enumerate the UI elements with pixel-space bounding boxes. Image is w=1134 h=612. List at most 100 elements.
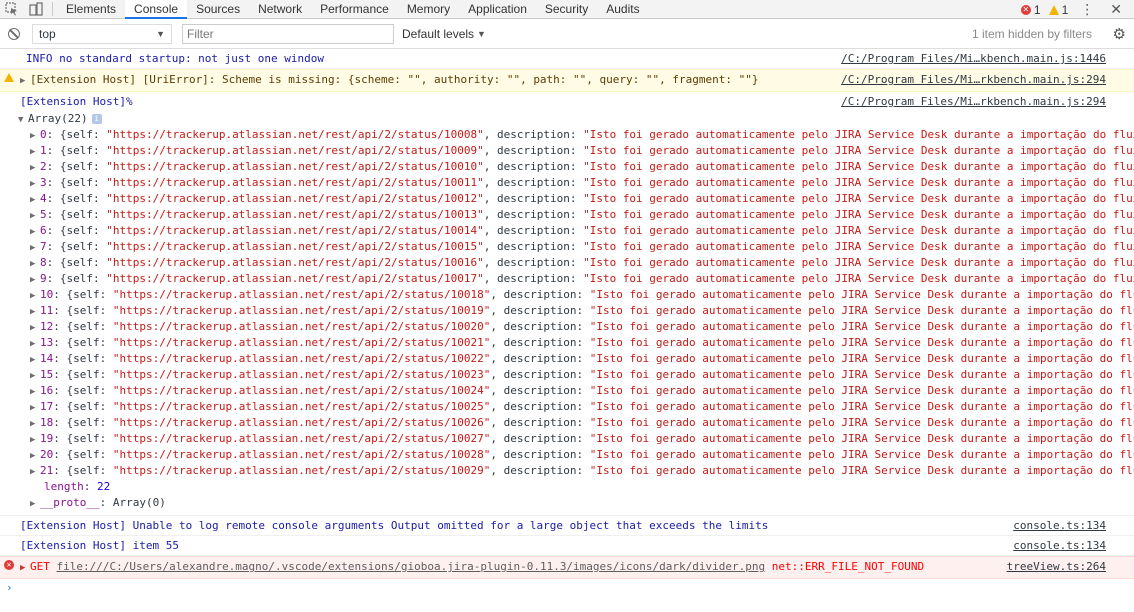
expand-arrow-icon[interactable]: ▶ bbox=[30, 240, 40, 256]
array-proto[interactable]: ▶ __proto__: Array(0) bbox=[20, 495, 1134, 511]
expand-arrow-icon[interactable]: ▶ bbox=[30, 256, 40, 272]
array-entry[interactable]: ▶ 13: {self: "https://trackerup.atlassian… bbox=[20, 335, 1134, 351]
expand-arrow-icon[interactable]: ▶ bbox=[20, 74, 30, 89]
expand-arrow-icon[interactable]: ▶ bbox=[30, 368, 40, 384]
source-link[interactable]: /C:/Program Files/Mi…rkbench.main.js:294 bbox=[835, 94, 1106, 109]
tab-memory[interactable]: Memory bbox=[398, 0, 459, 18]
array-entry[interactable]: ▶ 4: {self: "https://trackerup.atlassian.… bbox=[20, 191, 1134, 207]
entry-prefix: : {self: bbox=[46, 128, 107, 141]
expand-arrow-icon[interactable]: ▶ bbox=[30, 384, 40, 400]
array-entry[interactable]: ▶ 12: {self: "https://trackerup.atlassian… bbox=[20, 319, 1134, 335]
tab-security[interactable]: Security bbox=[536, 0, 597, 18]
entry-description: "Isto foi gerado automaticamente pelo JI… bbox=[583, 240, 1134, 253]
array-entry[interactable]: ▶ 21: {self: "https://trackerup.atlassian… bbox=[20, 463, 1134, 479]
source-link[interactable]: console.ts:134 bbox=[1007, 518, 1106, 533]
expand-arrow-icon[interactable]: ▶ bbox=[30, 288, 40, 304]
array-entry[interactable]: ▶ 20: {self: "https://trackerup.atlassian… bbox=[20, 447, 1134, 463]
expand-arrow-icon[interactable]: ▶ bbox=[30, 464, 40, 480]
tab-network[interactable]: Network bbox=[249, 0, 311, 18]
error-icon: ✕ bbox=[4, 560, 14, 570]
expand-arrow-icon[interactable]: ▶ bbox=[30, 144, 40, 160]
entry-prefix: : {self: bbox=[53, 320, 113, 333]
array-entry[interactable]: ▶ 6: {self: "https://trackerup.atlassian.… bbox=[20, 223, 1134, 239]
inspect-element-icon[interactable] bbox=[0, 0, 24, 18]
more-options-icon[interactable]: ⋮ bbox=[1076, 1, 1098, 18]
request-url[interactable]: file:///C:/Users/alexandre.magno/.vscode… bbox=[57, 560, 766, 573]
entry-index: 18 bbox=[40, 416, 54, 429]
expand-arrow-icon[interactable]: ▶ bbox=[30, 448, 40, 464]
source-link[interactable]: /C:/Program Files/Mi…kbench.main.js:1446 bbox=[835, 51, 1106, 66]
message-text: [Extension Host] [UriError]: Scheme is m… bbox=[30, 73, 759, 86]
expand-arrow-icon[interactable]: ▶ bbox=[30, 176, 40, 192]
array-entries: ▶ 0: {self: "https://trackerup.atlassian.… bbox=[20, 127, 1134, 479]
array-entry[interactable]: ▶ 10: {self: "https://trackerup.atlassian… bbox=[20, 287, 1134, 303]
tab-sources[interactable]: Sources bbox=[187, 0, 249, 18]
error-count[interactable]: ✕ 1 bbox=[1020, 3, 1041, 17]
expand-arrow-icon[interactable]: ▶ bbox=[30, 336, 40, 352]
collapse-arrow-icon[interactable]: ▼ bbox=[18, 112, 28, 128]
entry-index: 16 bbox=[40, 384, 54, 397]
array-entry[interactable]: ▶ 0: {self: "https://trackerup.atlassian.… bbox=[20, 127, 1134, 143]
devtools-tabbar: Elements Console Sources Network Performance… bbox=[0, 0, 1134, 19]
expand-arrow-icon[interactable]: ▶ bbox=[30, 224, 40, 240]
array-entry[interactable]: ▶ 3: {self: "https://trackerup.atlassian.… bbox=[20, 175, 1134, 191]
array-entry[interactable]: ▶ 8: {self: "https://trackerup.atlassian.… bbox=[20, 255, 1134, 271]
tab-console[interactable]: Console bbox=[125, 0, 188, 19]
array-entry[interactable]: ▶ 16: {self: "https://trackerup.atlassian… bbox=[20, 383, 1134, 399]
context-selector[interactable]: top ▼ bbox=[32, 23, 172, 44]
entry-url: "https://trackerup.atlassian.net/rest/ap… bbox=[112, 432, 491, 445]
device-toggle-icon[interactable] bbox=[24, 0, 48, 18]
tab-elements[interactable]: Elements bbox=[57, 0, 125, 18]
array-entry[interactable]: ▶ 9: {self: "https://trackerup.atlassian.… bbox=[20, 271, 1134, 287]
close-icon[interactable]: ✕ bbox=[1106, 1, 1126, 18]
array-entry[interactable]: ▶ 7: {self: "https://trackerup.atlassian.… bbox=[20, 239, 1134, 255]
expand-arrow-icon[interactable]: ▶ bbox=[20, 561, 30, 576]
entry-description: "Isto foi gerado automaticamente pelo JI… bbox=[583, 192, 1134, 205]
warning-count-value: 1 bbox=[1061, 2, 1069, 17]
array-entry[interactable]: ▶ 18: {self: "https://trackerup.atlassian… bbox=[20, 415, 1134, 431]
warning-count[interactable]: 1 bbox=[1048, 2, 1069, 17]
tab-performance[interactable]: Performance bbox=[311, 0, 398, 18]
log-levels-dropdown[interactable]: Default levels ▼ bbox=[402, 27, 486, 41]
entry-url: "https://trackerup.atlassian.net/rest/ap… bbox=[112, 384, 491, 397]
expand-arrow-icon[interactable]: ▶ bbox=[30, 496, 40, 511]
array-entry[interactable]: ▶ 15: {self: "https://trackerup.atlassian… bbox=[20, 367, 1134, 383]
tab-audits[interactable]: Audits bbox=[597, 0, 648, 18]
array-entry[interactable]: ▶ 19: {self: "https://trackerup.atlassian… bbox=[20, 431, 1134, 447]
info-icon[interactable]: i bbox=[91, 114, 102, 124]
console-message-log: [Extension Host] item 55 console.ts:134 bbox=[0, 536, 1134, 556]
console-message-info: INFO no standard startup: not just one w… bbox=[0, 49, 1134, 69]
gear-icon[interactable]: ⚙ bbox=[1113, 25, 1126, 43]
array-entry[interactable]: ▶ 14: {self: "https://trackerup.atlassian… bbox=[20, 351, 1134, 367]
console-prompt[interactable]: › bbox=[0, 579, 1134, 597]
expand-arrow-icon[interactable]: ▶ bbox=[30, 208, 40, 224]
tab-application[interactable]: Application bbox=[459, 0, 536, 18]
expand-arrow-icon[interactable]: ▶ bbox=[30, 416, 40, 432]
entry-separator: , description: bbox=[483, 128, 584, 141]
expand-arrow-icon[interactable]: ▶ bbox=[30, 352, 40, 368]
source-link[interactable]: treeView.ts:264 bbox=[1000, 559, 1106, 574]
array-entry[interactable]: ▶ 5: {self: "https://trackerup.atlassian.… bbox=[20, 207, 1134, 223]
array-entry[interactable]: ▶ 1: {self: "https://trackerup.atlassian.… bbox=[20, 143, 1134, 159]
entry-index: 21 bbox=[40, 464, 54, 477]
source-link[interactable]: /C:/Program Files/Mi…rkbench.main.js:294 bbox=[835, 72, 1106, 87]
expand-arrow-icon[interactable]: ▶ bbox=[30, 160, 40, 176]
filter-input[interactable] bbox=[182, 23, 394, 44]
expand-arrow-icon[interactable]: ▶ bbox=[30, 400, 40, 416]
expand-arrow-icon[interactable]: ▶ bbox=[30, 128, 40, 144]
console-message-warning: ▶ [Extension Host] [UriError]: Scheme is … bbox=[0, 69, 1134, 92]
array-header[interactable]: ▼ Array(22) i bbox=[18, 111, 1134, 127]
clear-console-icon[interactable] bbox=[0, 27, 28, 40]
entry-description: "Isto foi gerado automaticamente pelo JI… bbox=[589, 432, 1134, 445]
array-entry[interactable]: ▶ 2: {self: "https://trackerup.atlassian.… bbox=[20, 159, 1134, 175]
array-entry[interactable]: ▶ 17: {self: "https://trackerup.atlassian… bbox=[20, 399, 1134, 415]
expand-arrow-icon[interactable]: ▶ bbox=[30, 320, 40, 336]
entry-url: "https://trackerup.atlassian.net/rest/ap… bbox=[106, 256, 484, 269]
expand-arrow-icon[interactable]: ▶ bbox=[30, 304, 40, 320]
expand-arrow-icon[interactable]: ▶ bbox=[30, 272, 40, 288]
array-entry[interactable]: ▶ 11: {self: "https://trackerup.atlassian… bbox=[20, 303, 1134, 319]
expand-arrow-icon[interactable]: ▶ bbox=[30, 432, 40, 448]
expand-arrow-icon[interactable]: ▶ bbox=[30, 192, 40, 208]
entry-url: "https://trackerup.atlassian.net/rest/ap… bbox=[112, 352, 491, 365]
source-link[interactable]: console.ts:134 bbox=[1007, 538, 1106, 553]
